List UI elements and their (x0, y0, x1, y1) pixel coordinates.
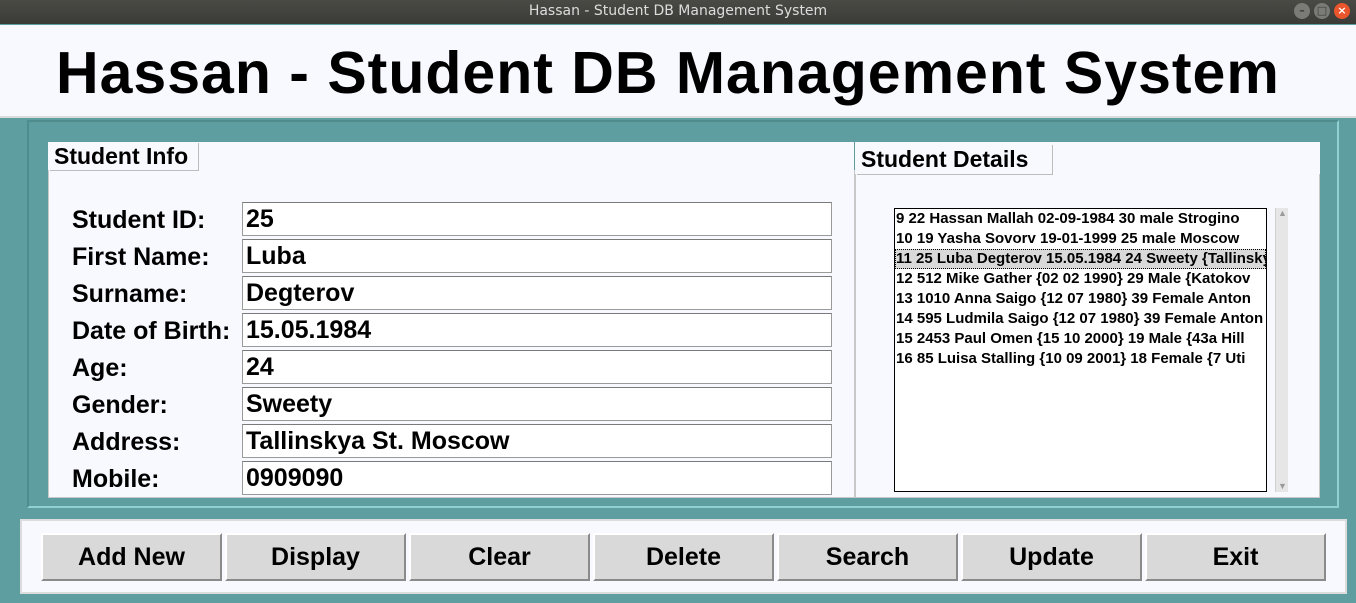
list-item[interactable]: 10 19 Yasha Sovorv 19-01-1999 25 male Mo… (895, 229, 1266, 249)
window-title: Hassan - Student DB Management System (528, 3, 828, 19)
scroll-down-icon[interactable]: ▼ (1277, 481, 1288, 492)
list-scrollbar[interactable]: ▲ ▼ (1275, 208, 1288, 492)
close-icon[interactable]: × (1334, 3, 1350, 19)
list-item-selected[interactable]: 11 25 Luba Degterov 15.05.1984 24 Sweety… (895, 249, 1266, 269)
list-item[interactable]: 13 1010 Anna Saigo {12 07 1980} 39 Femal… (895, 289, 1266, 309)
address-field[interactable]: Tallinskya St. Moscow (242, 424, 832, 458)
scroll-up-icon[interactable]: ▲ (1277, 208, 1288, 219)
student-id-field[interactable]: 25 (242, 202, 832, 236)
clear-button[interactable]: Clear (409, 533, 590, 581)
add-new-button[interactable]: Add New (41, 533, 222, 581)
student-info-label: Student Info (50, 143, 199, 171)
first-name-label: First Name: (72, 243, 210, 271)
age-label: Age: (72, 354, 128, 382)
list-item[interactable]: 14 595 Ludmila Saigo {12 07 1980} 39 Fem… (895, 309, 1266, 329)
delete-button[interactable]: Delete (593, 533, 774, 581)
maximize-icon[interactable]: □ (1314, 3, 1330, 19)
surname-label: Surname: (72, 280, 188, 308)
minimize-icon[interactable]: – (1294, 3, 1310, 19)
date-of-birth-field[interactable]: 15.05.1984 (242, 313, 832, 347)
student-id-label: Student ID: (72, 206, 206, 234)
exit-button[interactable]: Exit (1145, 533, 1326, 581)
list-item[interactable]: 12 512 Mike Gather {02 02 1990} 29 Male … (895, 269, 1266, 289)
mobile-field[interactable]: 0909090 (242, 461, 832, 495)
list-item[interactable]: 9 22 Hassan Mallah 02-09-1984 30 male St… (895, 209, 1266, 229)
page-title: Hassan - Student DB Management System (56, 40, 1280, 106)
date-of-birth-label: Date of Birth: (72, 317, 231, 345)
surname-field[interactable]: Degterov (242, 276, 832, 310)
window-controls: – □ × (1294, 3, 1350, 19)
student-list[interactable]: 9 22 Hassan Mallah 02-09-1984 30 male St… (894, 208, 1267, 492)
address-label: Address: (72, 428, 181, 456)
mobile-label: Mobile: (72, 465, 160, 493)
list-item[interactable]: 16 85 Luisa Stalling {10 09 2001} 18 Fem… (895, 349, 1266, 369)
search-button[interactable]: Search (777, 533, 958, 581)
app-header: Hassan - Student DB Management System (0, 25, 1356, 118)
first-name-field[interactable]: Luba (242, 239, 832, 273)
age-field[interactable]: 24 (242, 350, 832, 384)
window-titlebar: Hassan - Student DB Management System – … (0, 0, 1356, 24)
gender-label: Gender: (72, 391, 168, 419)
student-details-label: Student Details (857, 145, 1053, 175)
update-button[interactable]: Update (961, 533, 1142, 581)
gender-field[interactable]: Sweety (242, 387, 832, 421)
display-button[interactable]: Display (225, 533, 406, 581)
list-item[interactable]: 15 2453 Paul Omen {15 10 2000} 19 Male {… (895, 329, 1266, 349)
